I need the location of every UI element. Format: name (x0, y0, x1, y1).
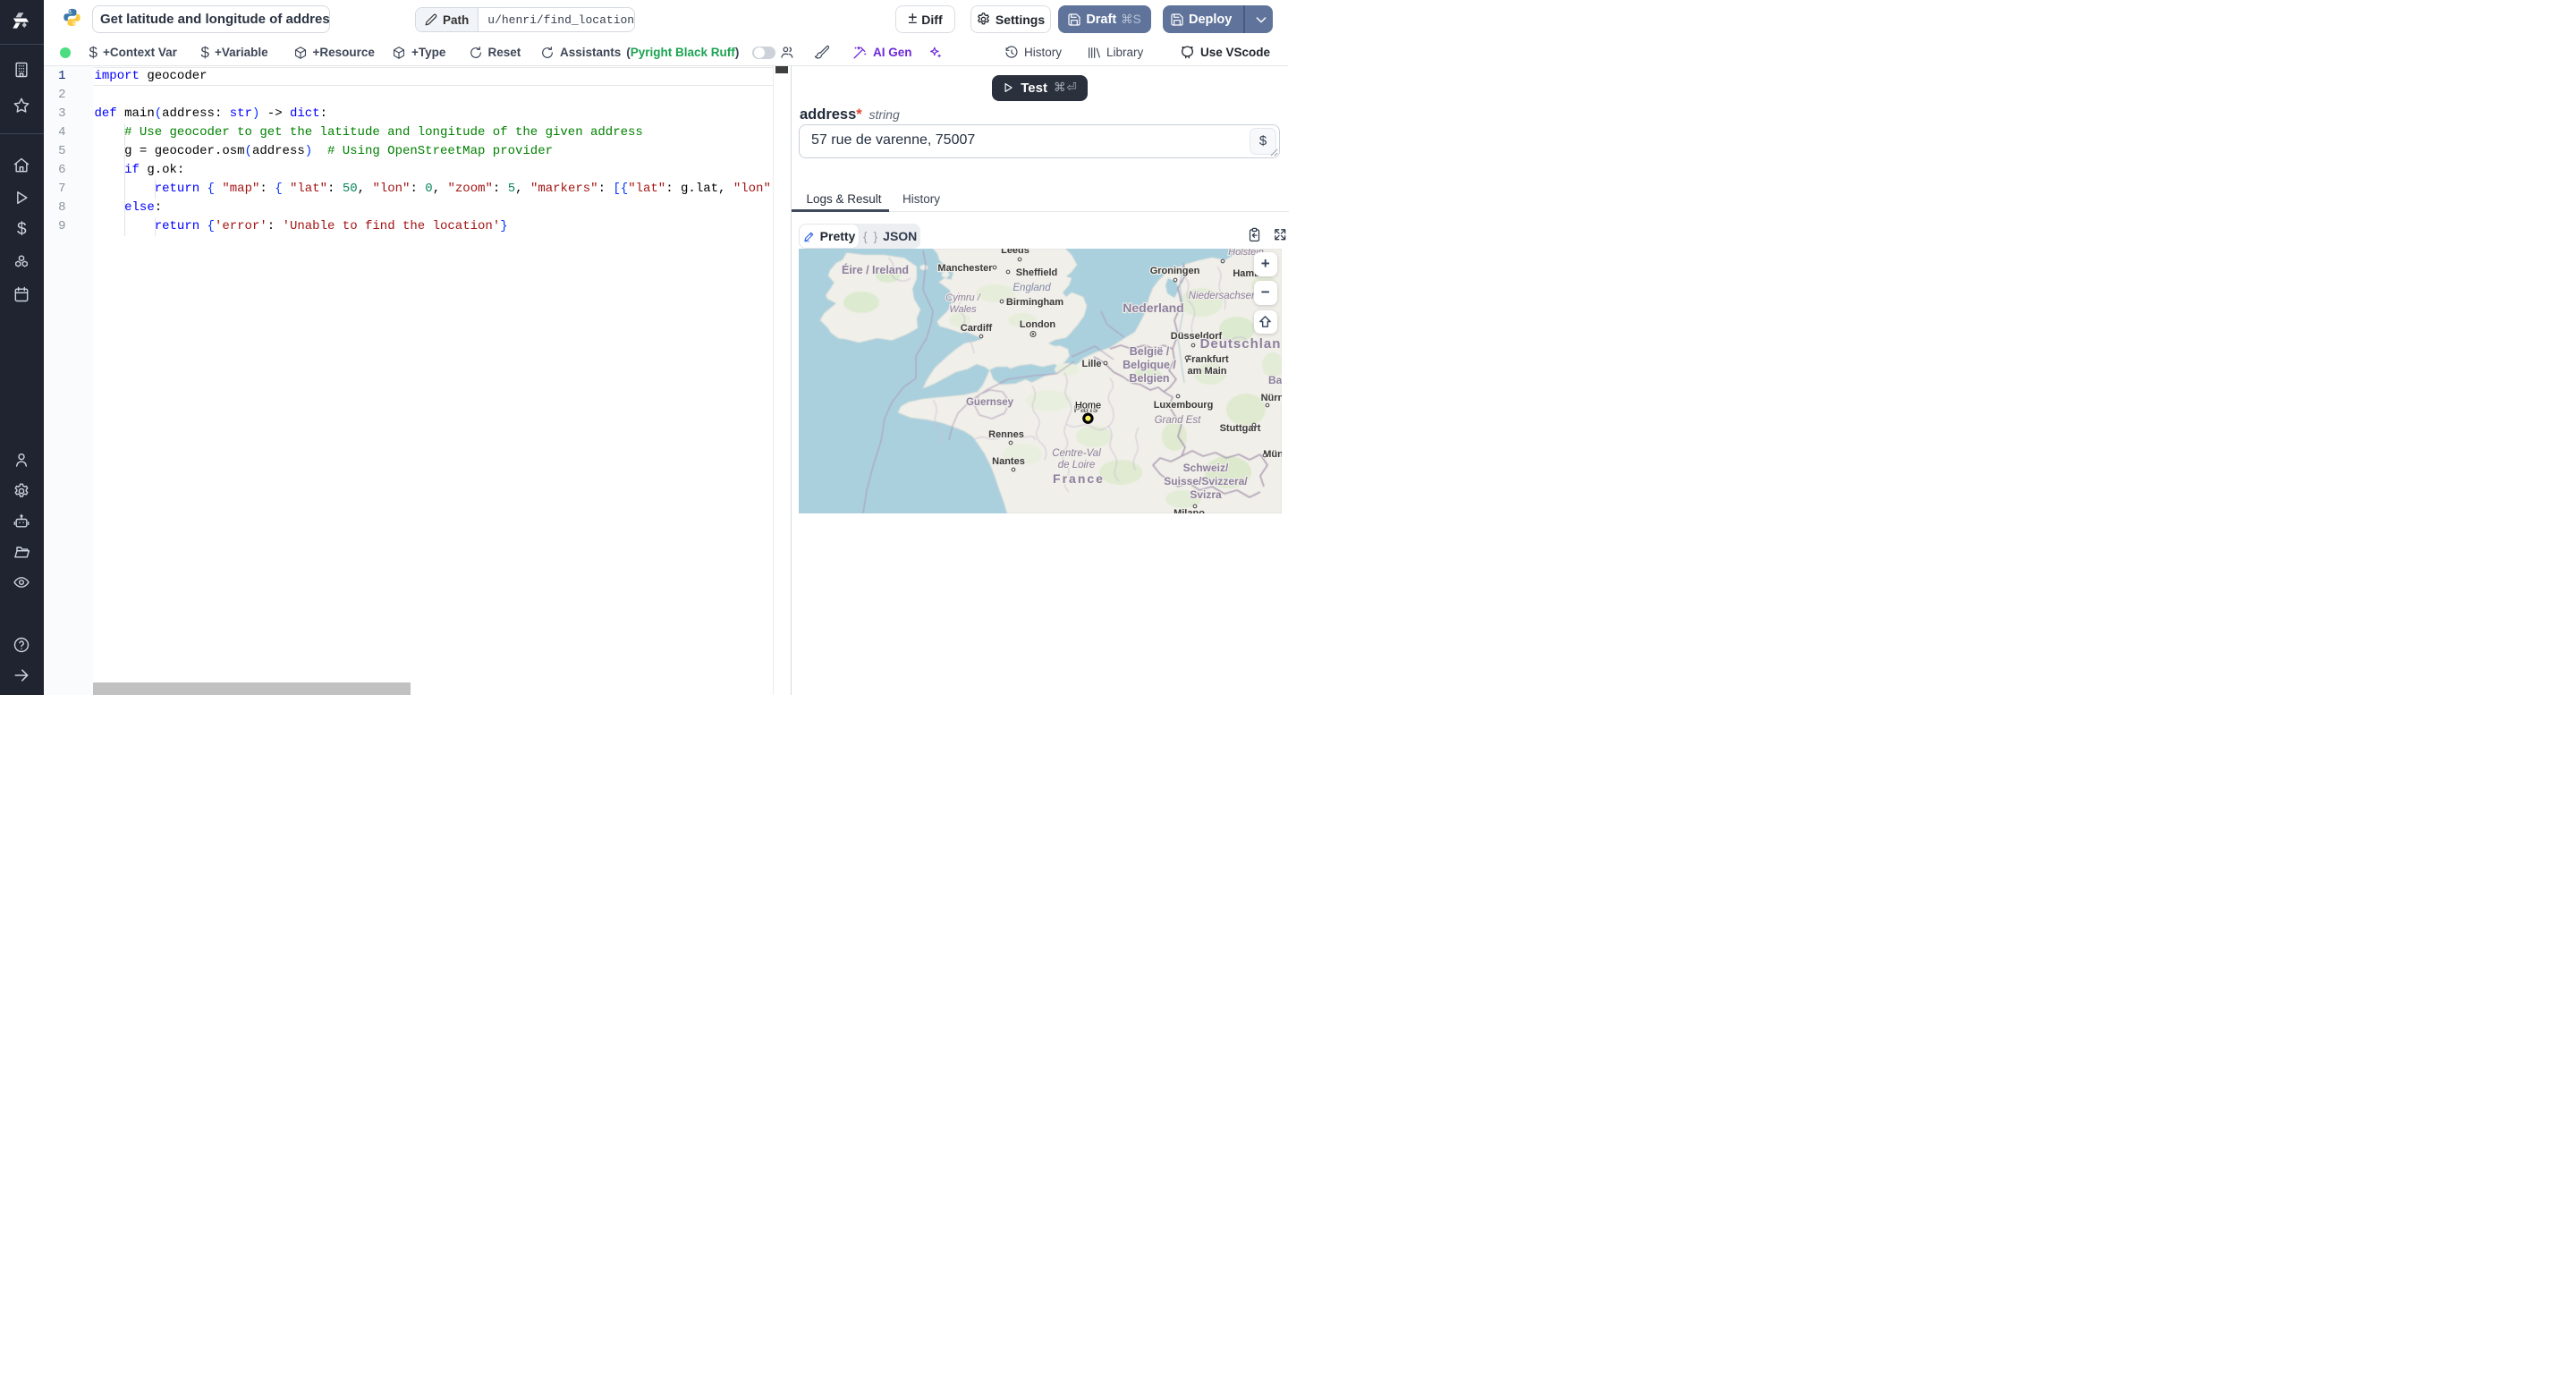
svg-text:London: London (1020, 319, 1056, 330)
svg-text:Centre-Val: Centre-Val (1052, 448, 1101, 459)
svg-text:de Loire: de Loire (1058, 460, 1096, 470)
svg-text:Bay: Bay (1268, 374, 1282, 386)
svg-text:Rennes: Rennes (988, 429, 1024, 440)
svg-text:Wales: Wales (949, 304, 977, 315)
svg-text:Milano: Milano (1174, 508, 1205, 513)
svg-text:Home: Home (1075, 401, 1101, 411)
svg-text:Svizra: Svizra (1190, 488, 1222, 501)
svg-text:Éire / Ireland: Éire / Ireland (842, 263, 909, 276)
svg-text:Leeds: Leeds (1001, 249, 1030, 256)
svg-text:Nantes: Nantes (992, 456, 1025, 467)
svg-text:Birmingham: Birmingham (1006, 297, 1063, 308)
svg-text:England: England (1013, 283, 1051, 293)
svg-text:Schweiz/: Schweiz/ (1183, 462, 1229, 474)
svg-text:Nederland: Nederland (1123, 301, 1183, 315)
svg-text:am Main: am Main (1187, 366, 1226, 377)
svg-text:Lille: Lille (1081, 359, 1101, 369)
svg-text:Groningen: Groningen (1150, 266, 1200, 276)
svg-text:Niedersachsen: Niedersachsen (1189, 291, 1258, 301)
svg-text:Deutschlan: Deutschlan (1200, 336, 1282, 352)
svg-text:France: France (1053, 471, 1105, 486)
svg-text:Guernsey: Guernsey (966, 397, 1014, 408)
svg-text:Luxembourg: Luxembourg (1154, 400, 1214, 411)
svg-text:Manchester: Manchester (937, 263, 993, 274)
svg-text:Sheffield: Sheffield (1016, 267, 1057, 278)
svg-text:Grand Est: Grand Est (1155, 415, 1202, 426)
svg-text:Belgique /: Belgique / (1123, 359, 1176, 371)
svg-text:Belgien: Belgien (1129, 372, 1169, 385)
svg-text:Frankfurt: Frankfurt (1185, 354, 1229, 365)
svg-text:Nürnber: Nürnber (1261, 393, 1282, 403)
svg-text:Suisse/Svizzera/: Suisse/Svizzera/ (1164, 475, 1248, 487)
svg-text:België /: België / (1130, 345, 1170, 358)
svg-text:Cardiff: Cardiff (961, 323, 993, 334)
svg-text:Cymru /: Cymru / (945, 292, 980, 303)
